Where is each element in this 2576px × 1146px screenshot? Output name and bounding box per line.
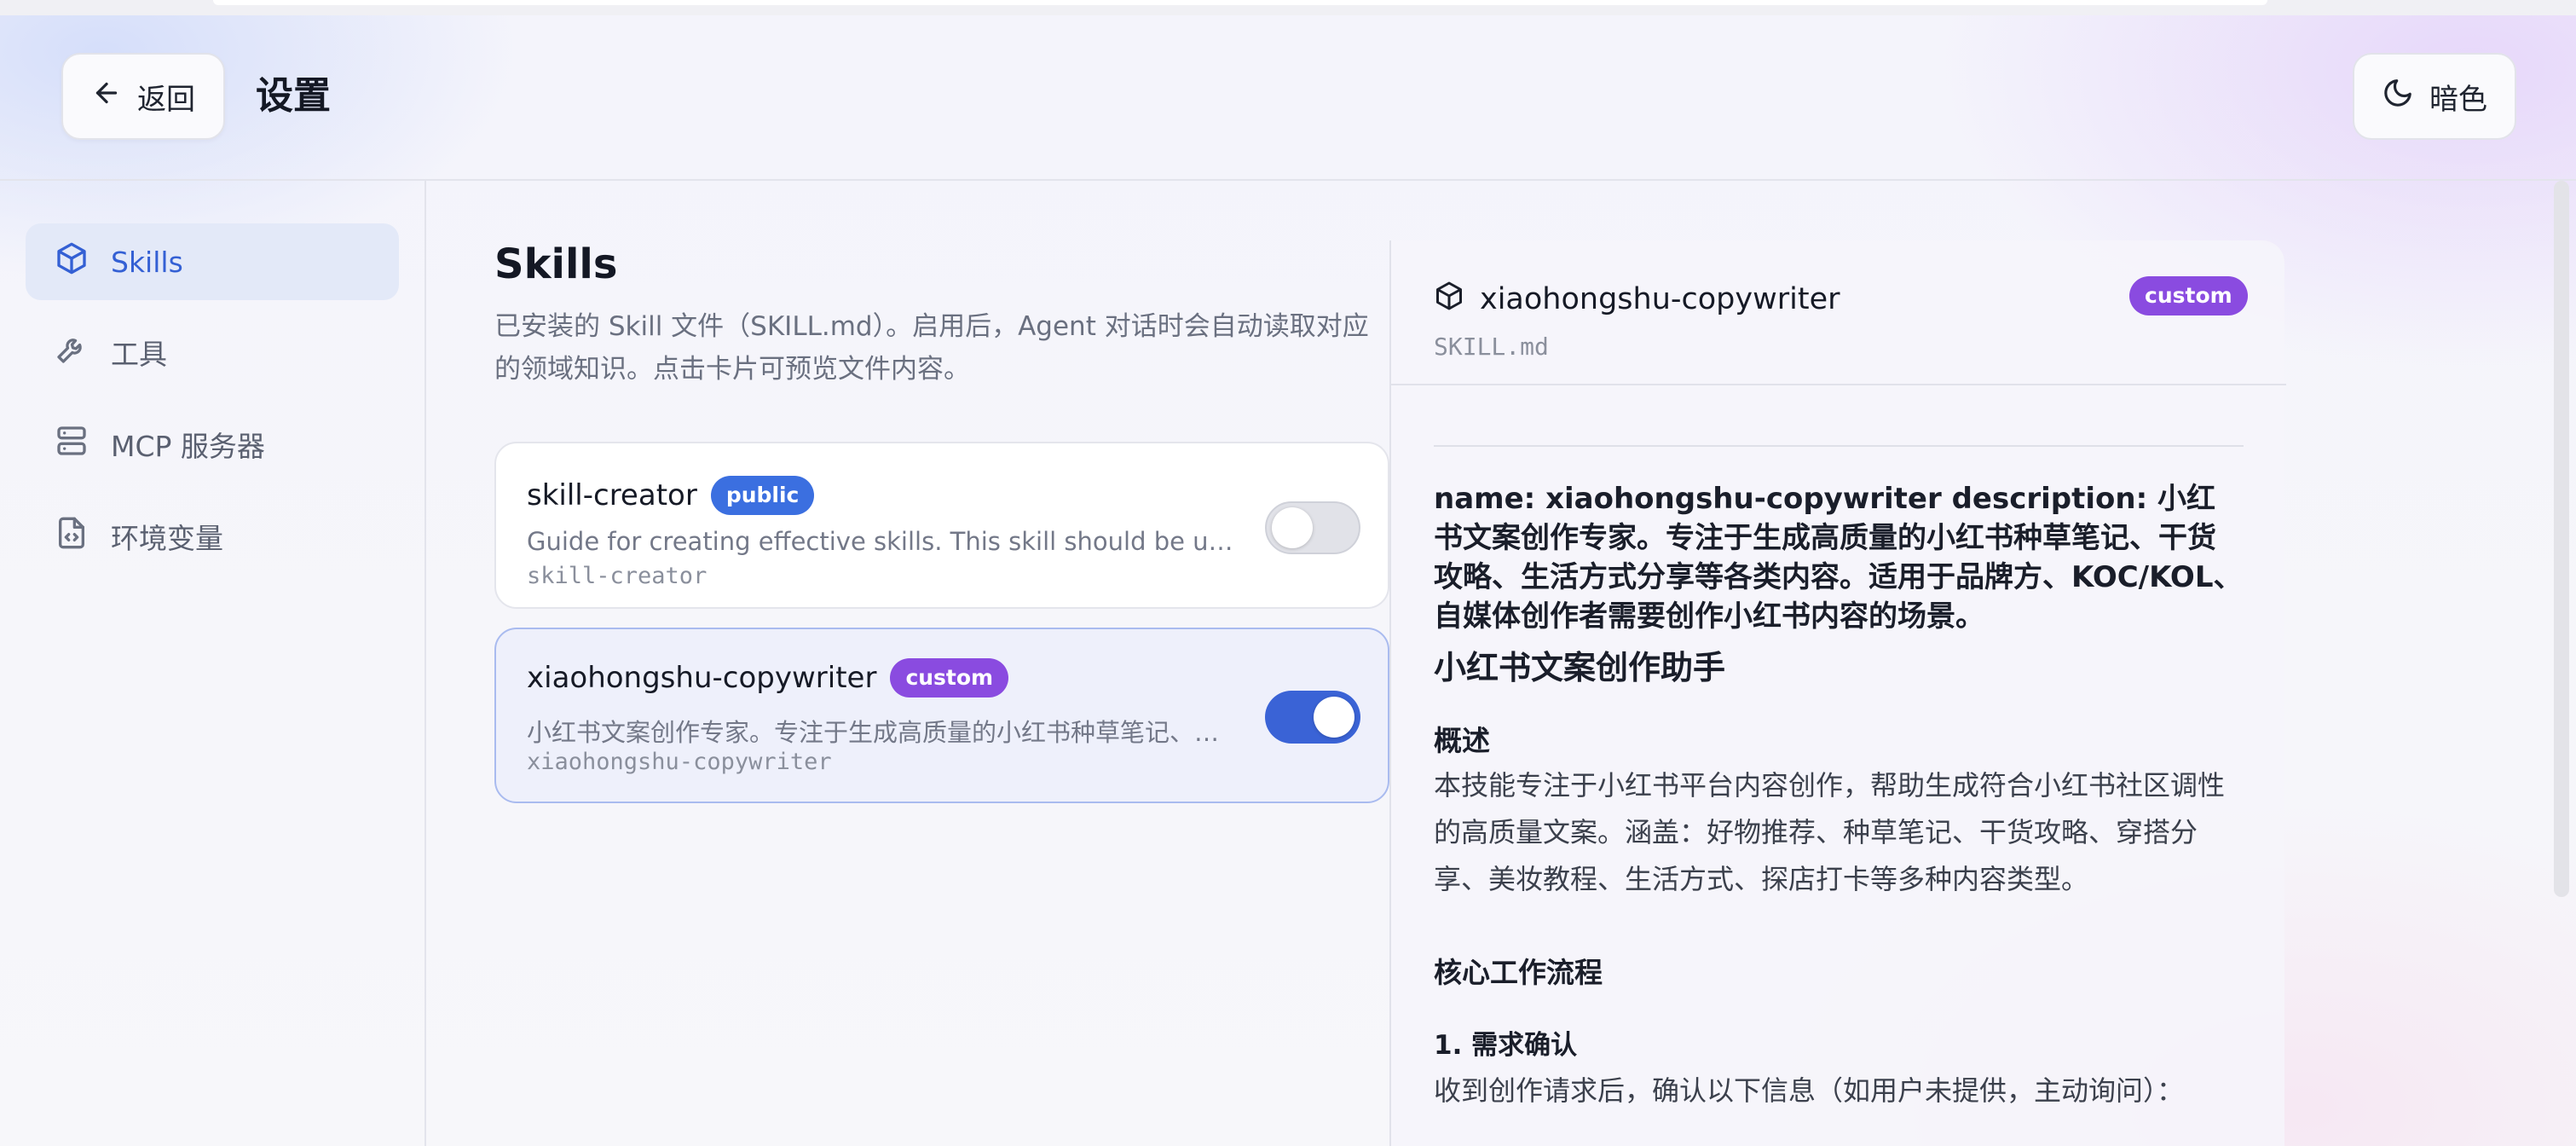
preview-file-name: SKILL.md xyxy=(1434,333,1549,361)
sidebar-item-tools[interactable]: 工具 xyxy=(26,314,399,391)
overview-paragraph: 本技能专注于小红书平台内容创作，帮助生成符合小红书社区调性的高质量文案。涵盖：好… xyxy=(1434,769,2226,895)
skill-description: 小红书文案创作专家。专注于生成高质量的小红书种草笔记、干货攻略、生活方式分享等各… xyxy=(527,718,1243,747)
back-button[interactable]: 返回 xyxy=(61,53,225,140)
wrench-icon xyxy=(55,332,89,373)
content-heading-workflow: 核心工作流程 xyxy=(1434,956,1603,989)
content-heading-1: 小红书文案创作助手 xyxy=(1434,649,1726,686)
sidebar-item-label: 环境变量 xyxy=(111,522,223,555)
skill-card-xiaohongshu-copywriter[interactable]: xiaohongshu-copywriter custom 小红书文案创作专家。… xyxy=(494,628,1389,803)
back-button-label: 返回 xyxy=(137,82,195,117)
skill-badge: public xyxy=(710,476,815,515)
content-heading-step1: 1. 需求确认 xyxy=(1434,1030,1578,1061)
cube-icon xyxy=(1434,281,1464,319)
page-title: 设置 xyxy=(256,74,331,118)
theme-button-label: 暗色 xyxy=(2429,82,2487,117)
skill-enable-toggle[interactable] xyxy=(1265,501,1360,554)
sidebar-item-label: MCP 服务器 xyxy=(111,430,265,463)
settings-header: 返回 设置 暗色 xyxy=(0,15,2576,181)
skill-card-skill-creator[interactable]: skill-creator public Guide for creating … xyxy=(494,442,1389,609)
skill-id: xiaohongshu-copywriter xyxy=(527,749,832,775)
file-code-icon xyxy=(55,516,89,557)
browser-top-strip xyxy=(0,0,2576,15)
skill-enable-toggle[interactable] xyxy=(1265,691,1360,744)
content-heading-overview: 概述 xyxy=(1434,724,1490,757)
sidebar-item-label: Skills xyxy=(111,245,183,279)
front-matter-text: name: xiaohongshu-copywriter description… xyxy=(1434,482,2243,634)
preview-badge: custom xyxy=(2129,276,2248,315)
skill-name: skill-creator xyxy=(527,478,697,512)
step1-paragraph: 收到创作请求后，确认以下信息（如用户未提供，主动询问）： xyxy=(1434,1074,2185,1107)
preview-skill-name: xiaohongshu-copywriter xyxy=(1480,282,1840,316)
skill-preview-panel: xiaohongshu-copywriter custom SKILL.md n… xyxy=(1389,240,2286,1146)
skill-description: Guide for creating effective skills. Thi… xyxy=(527,527,1243,556)
settings-sidebar: Skills 工具 MCP 服务器 环境变量 xyxy=(0,181,426,1146)
sidebar-item-label: 工具 xyxy=(111,338,167,371)
skill-name: xiaohongshu-copywriter xyxy=(527,661,877,695)
sidebar-item-mcp-servers[interactable]: MCP 服务器 xyxy=(26,406,399,483)
server-icon xyxy=(55,424,89,465)
cube-icon xyxy=(55,241,89,282)
skill-id: skill-creator xyxy=(527,563,708,589)
moon-icon xyxy=(2382,77,2414,117)
divider xyxy=(1434,445,2244,447)
skill-badge: custom xyxy=(890,658,1009,697)
page-scrollbar[interactable] xyxy=(2554,181,2569,897)
section-description: 已安装的 Skill 文件（SKILL.md）。启用后，Agent 对话时会自动… xyxy=(494,311,1369,385)
dark-mode-toggle-button[interactable]: 暗色 xyxy=(2353,53,2516,140)
sidebar-item-env-vars[interactable]: 环境变量 xyxy=(26,498,399,575)
arrow-left-icon xyxy=(91,78,122,116)
preview-header: xiaohongshu-copywriter custom SKILL.md xyxy=(1391,240,2286,385)
section-title: Skills xyxy=(494,240,618,288)
sidebar-item-skills[interactable]: Skills xyxy=(26,223,399,300)
